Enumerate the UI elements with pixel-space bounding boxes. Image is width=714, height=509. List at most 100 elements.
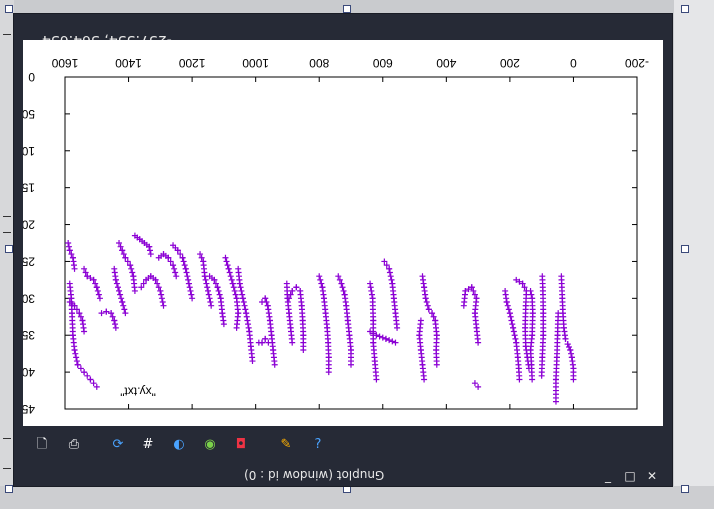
- data-point: [504, 302, 511, 309]
- data-point: [564, 341, 571, 348]
- data-point: [502, 287, 509, 294]
- data-point: [565, 344, 572, 351]
- close-button[interactable]: ✕: [644, 468, 660, 484]
- data-point: [90, 380, 97, 387]
- data-point: [180, 258, 187, 265]
- y-tick-label: 300: [23, 291, 35, 305]
- data-point: [339, 284, 346, 291]
- resize-handle-top-left[interactable]: [5, 5, 13, 13]
- toolbar: 🗋 ⎙ ⟳ # ◐ ◉ ◘ ✎ ?: [14, 430, 672, 460]
- data-point: [189, 295, 196, 302]
- data-point: [173, 273, 180, 280]
- data-point: [568, 354, 575, 361]
- data-point: [207, 299, 214, 306]
- x-tick-label: 1000: [242, 56, 269, 70]
- data-point: [388, 276, 395, 283]
- window-title: Gnuplot (window id : 0): [244, 468, 385, 482]
- data-point: [188, 291, 195, 298]
- data-point: [225, 265, 232, 272]
- data-point: [240, 299, 247, 306]
- data-point: [205, 287, 211, 294]
- data-point: [264, 302, 271, 309]
- title-bar[interactable]: Gnuplot (window id : 0) _ □ ✕: [14, 466, 672, 486]
- x-tick-label: 400: [436, 56, 456, 70]
- grid-icon[interactable]: #: [139, 436, 157, 454]
- x-tick-label: 600: [372, 56, 392, 70]
- data-point: [382, 335, 389, 342]
- data-point: [508, 317, 515, 324]
- data-point: [425, 306, 432, 313]
- data-point: [184, 273, 191, 280]
- resize-handle-top-right[interactable]: [681, 5, 689, 13]
- data-point: [118, 295, 125, 302]
- data-point: [246, 328, 253, 335]
- data-point: [93, 383, 100, 390]
- data-point: [241, 302, 248, 309]
- data-point: [238, 287, 245, 294]
- resize-handle-top[interactable]: [343, 5, 351, 13]
- data-point: [235, 265, 242, 272]
- data-point: [510, 324, 517, 331]
- data-point: [239, 291, 246, 298]
- resize-handle-left[interactable]: [5, 245, 13, 253]
- data-point: [512, 335, 519, 342]
- replot-icon[interactable]: ⟳: [109, 436, 127, 454]
- resize-handle-right[interactable]: [681, 245, 689, 253]
- resize-handle-bottom-left[interactable]: [5, 485, 13, 493]
- y-tick-label: 400: [23, 365, 35, 379]
- data-point: [245, 321, 252, 328]
- maximize-button[interactable]: □: [622, 468, 638, 484]
- y-tick-label: 150: [23, 181, 35, 195]
- data-point: [471, 380, 478, 387]
- plot-area[interactable]: -200 0 200 400 600 800 1000 1200 1400 1600 0 50 100 1…: [23, 40, 663, 426]
- data-point: [116, 287, 123, 294]
- data-point: [113, 280, 120, 287]
- data-point: [368, 287, 375, 294]
- resize-handle-bottom[interactable]: [343, 485, 351, 493]
- data-point: [245, 324, 252, 331]
- x-tick-label: 0: [570, 56, 577, 70]
- data-point: [558, 273, 565, 280]
- data-point: [72, 350, 79, 357]
- y-tick-label: 350: [23, 328, 35, 342]
- data-point: [172, 269, 179, 276]
- data-point: [513, 339, 520, 346]
- data-point: [555, 310, 562, 317]
- y-tick-label: 200: [23, 218, 35, 232]
- data-point: [65, 243, 72, 250]
- data-point: [158, 291, 165, 298]
- data-point: [341, 291, 348, 298]
- y-tick-label: 50: [23, 107, 35, 121]
- data-point: [217, 295, 224, 302]
- x-tick-label: -200: [625, 56, 649, 70]
- data-point: [340, 287, 347, 294]
- options-icon[interactable]: ✎: [277, 436, 295, 454]
- y-tick-label: 0: [28, 70, 35, 84]
- resize-handle-bottom-right[interactable]: [681, 485, 689, 493]
- data-point: [73, 358, 80, 365]
- data-point: [216, 291, 223, 298]
- scatter-plot[interactable]: -200 0 200 400 600 800 1000 1200 1400 1600 0 50 100 1…: [23, 40, 663, 426]
- data-point: [529, 295, 536, 302]
- copy-to-clipboard-icon[interactable]: 🗋: [33, 436, 51, 454]
- data-point: [222, 254, 229, 261]
- data-point: [389, 338, 396, 345]
- data-point: [319, 284, 326, 291]
- data-point: [424, 302, 431, 309]
- zoom-next-icon[interactable]: ◉: [201, 436, 219, 454]
- data-point: [229, 280, 236, 287]
- data-point: [183, 269, 190, 276]
- help-icon[interactable]: ?: [309, 436, 327, 454]
- data-point: [233, 295, 240, 302]
- print-icon[interactable]: ⎙: [65, 436, 83, 454]
- x-tick-label: 1200: [178, 56, 205, 70]
- data-point: [460, 302, 467, 309]
- minimize-button[interactable]: _: [600, 468, 616, 484]
- data-point: [369, 295, 376, 302]
- zoom-previous-icon[interactable]: ◐: [170, 436, 188, 454]
- data-point: [510, 328, 517, 335]
- data-point: [262, 295, 269, 302]
- autoscale-icon[interactable]: ◘: [232, 436, 250, 454]
- data-point: [367, 284, 374, 291]
- data-point: [185, 280, 192, 287]
